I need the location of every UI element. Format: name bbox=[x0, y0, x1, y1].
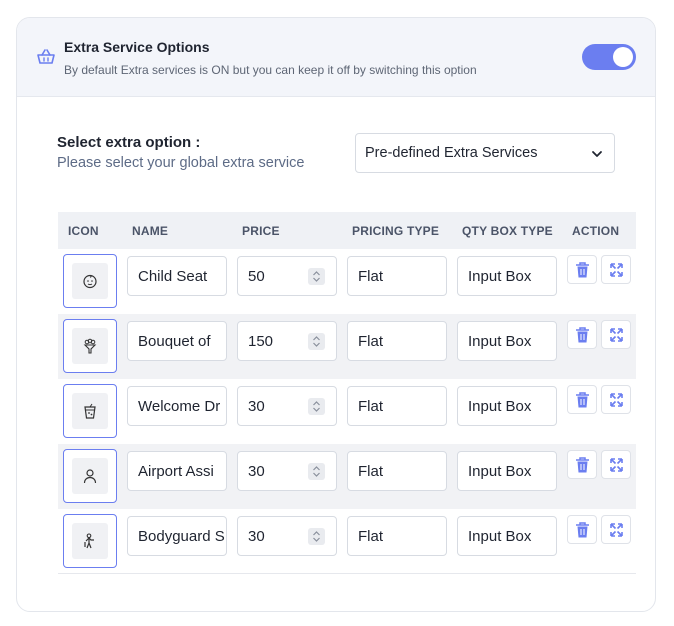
expand-icon bbox=[610, 458, 623, 472]
extra-services-toggle[interactable] bbox=[582, 44, 636, 70]
expand-button[interactable] bbox=[601, 255, 631, 284]
qty-box-type-field[interactable]: Input Box bbox=[457, 516, 557, 556]
delete-button[interactable] bbox=[567, 515, 597, 544]
extra-services-table: ICON NAME PRICE PRICING TYPE QTY BOX TYP… bbox=[58, 212, 636, 574]
header-qty-box-type: QTY BOX TYPE bbox=[462, 224, 553, 238]
section-title: Extra Service Options bbox=[64, 39, 210, 55]
table-row: Bouquet of 150 Flat Input Box bbox=[58, 314, 636, 379]
basket-icon bbox=[37, 49, 55, 64]
service-icon-picker[interactable] bbox=[63, 254, 117, 308]
card-header: Extra Service Options By default Extra s… bbox=[17, 18, 655, 97]
service-icon-picker[interactable] bbox=[63, 449, 117, 503]
trash-icon bbox=[576, 457, 589, 473]
chevron-down-icon bbox=[592, 151, 602, 157]
expand-icon bbox=[610, 263, 623, 277]
price-stepper[interactable] bbox=[308, 268, 325, 285]
select-value: Pre-defined Extra Services bbox=[365, 145, 538, 161]
select-option-sublabel: Please select your global extra service bbox=[57, 155, 305, 171]
bodyguard-icon bbox=[84, 533, 94, 549]
qty-box-type-field[interactable]: Input Box bbox=[457, 451, 557, 491]
delete-button[interactable] bbox=[567, 255, 597, 284]
service-price-input[interactable]: 30 bbox=[237, 451, 337, 491]
service-icon-preview bbox=[72, 328, 108, 364]
bouquet-icon bbox=[83, 338, 97, 354]
expand-button[interactable] bbox=[601, 320, 631, 349]
header-price: PRICE bbox=[242, 224, 280, 238]
delete-button[interactable] bbox=[567, 385, 597, 414]
delete-button[interactable] bbox=[567, 320, 597, 349]
table-row: Bodyguard S 30 Flat Input Box bbox=[58, 509, 636, 574]
table-row: Welcome Dr 30 Flat Input Box bbox=[58, 379, 636, 444]
price-stepper[interactable] bbox=[308, 528, 325, 545]
qty-box-type-field[interactable]: Input Box bbox=[457, 256, 557, 296]
service-icon-preview bbox=[72, 523, 108, 559]
trash-icon bbox=[576, 327, 589, 343]
drink-cup-icon bbox=[84, 403, 96, 419]
extra-service-card: Extra Service Options By default Extra s… bbox=[16, 17, 656, 612]
price-stepper[interactable] bbox=[308, 333, 325, 350]
service-icon-picker[interactable] bbox=[63, 319, 117, 373]
select-option-label: Select extra option : bbox=[57, 134, 201, 151]
service-icon-preview bbox=[72, 458, 108, 494]
service-icon-picker[interactable] bbox=[63, 514, 117, 568]
header-name: NAME bbox=[132, 224, 169, 238]
expand-button[interactable] bbox=[601, 385, 631, 414]
service-icon-picker[interactable] bbox=[63, 384, 117, 438]
table-header: ICON NAME PRICE PRICING TYPE QTY BOX TYP… bbox=[58, 212, 636, 249]
pricing-type-field[interactable]: Flat bbox=[347, 321, 447, 361]
qty-box-type-field[interactable]: Input Box bbox=[457, 321, 557, 361]
header-action: ACTION bbox=[572, 224, 620, 238]
delete-button[interactable] bbox=[567, 450, 597, 479]
header-pricing-type: PRICING TYPE bbox=[352, 224, 440, 238]
person-icon bbox=[83, 469, 97, 484]
service-icon-preview bbox=[72, 393, 108, 429]
expand-icon bbox=[610, 393, 623, 407]
toggle-knob bbox=[613, 47, 633, 67]
price-stepper[interactable] bbox=[308, 398, 325, 415]
trash-icon bbox=[576, 262, 589, 278]
trash-icon bbox=[576, 392, 589, 408]
expand-button[interactable] bbox=[601, 515, 631, 544]
service-price-input[interactable]: 150 bbox=[237, 321, 337, 361]
service-price-input[interactable]: 30 bbox=[237, 386, 337, 426]
table-row: Child Seat 50 Flat Input Box bbox=[58, 249, 636, 314]
service-name-input[interactable]: Welcome Dr bbox=[127, 386, 227, 426]
pricing-type-field[interactable]: Flat bbox=[347, 451, 447, 491]
baby-face-icon bbox=[83, 274, 97, 289]
expand-icon bbox=[610, 523, 623, 537]
pricing-type-field[interactable]: Flat bbox=[347, 516, 447, 556]
pricing-type-field[interactable]: Flat bbox=[347, 386, 447, 426]
qty-box-type-field[interactable]: Input Box bbox=[457, 386, 557, 426]
service-name-input[interactable]: Bouquet of bbox=[127, 321, 227, 361]
expand-button[interactable] bbox=[601, 450, 631, 479]
service-price-input[interactable]: 50 bbox=[237, 256, 337, 296]
service-price-input[interactable]: 30 bbox=[237, 516, 337, 556]
service-name-input[interactable]: Airport Assi bbox=[127, 451, 227, 491]
trash-icon bbox=[576, 522, 589, 538]
extra-option-select[interactable]: Pre-defined Extra Services bbox=[355, 133, 615, 173]
pricing-type-field[interactable]: Flat bbox=[347, 256, 447, 296]
service-icon-preview bbox=[72, 263, 108, 299]
table-row: Airport Assi 30 Flat Input Box bbox=[58, 444, 636, 509]
expand-icon bbox=[610, 328, 623, 342]
price-stepper[interactable] bbox=[308, 463, 325, 480]
section-description: By default Extra services is ON but you … bbox=[64, 63, 477, 77]
service-name-input[interactable]: Child Seat bbox=[127, 256, 227, 296]
service-name-input[interactable]: Bodyguard S bbox=[127, 516, 227, 556]
header-icon: ICON bbox=[68, 224, 99, 238]
